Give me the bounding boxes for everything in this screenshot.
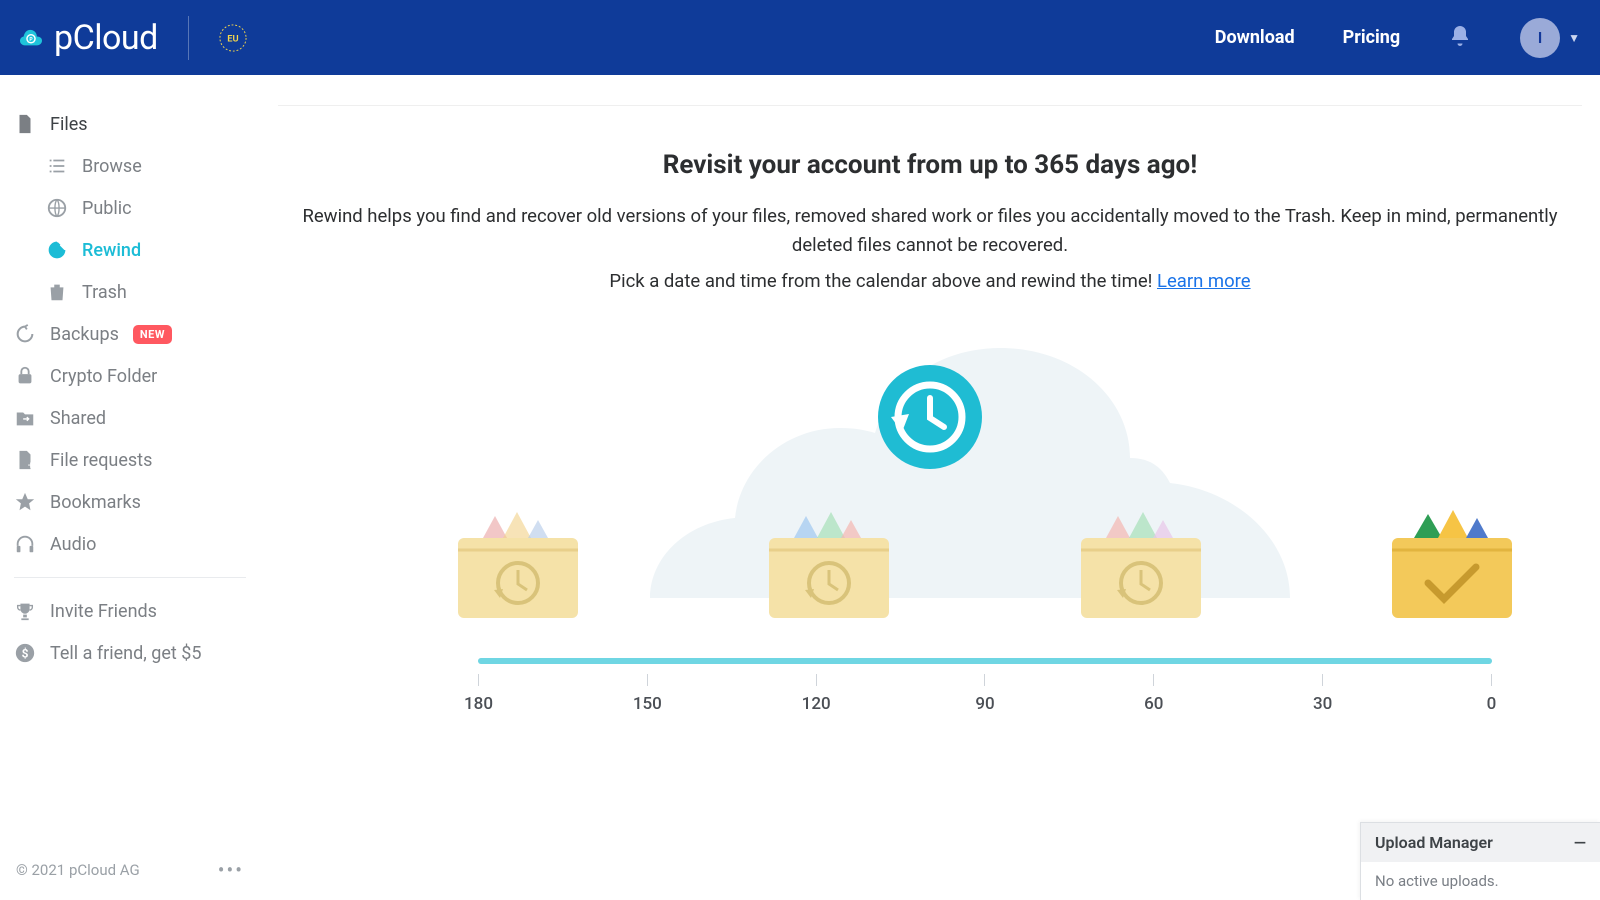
current-folder-icon: [1382, 508, 1522, 632]
backup-icon: [14, 323, 36, 345]
trash-icon: [46, 281, 68, 303]
rewind-badge-icon: [875, 362, 985, 476]
notifications-icon[interactable]: [1448, 24, 1472, 52]
svg-text:$: $: [22, 647, 29, 661]
tick-label: 90: [975, 694, 994, 714]
globe-icon: [46, 197, 68, 219]
page-description-2: Pick a date and time from the calendar a…: [290, 267, 1570, 296]
history-folder-icon: [448, 508, 588, 632]
desc2-prefix: Pick a date and time from the calendar a…: [609, 270, 1157, 292]
sidebar-item-public[interactable]: Public: [0, 187, 260, 229]
history-folder-icon: [759, 508, 899, 632]
sidebar-item-invite[interactable]: Invite Friends: [0, 590, 260, 632]
sidebar: Files Browse Public Rewind Trash Backups…: [0, 75, 260, 900]
sidebar-item-file-requests[interactable]: + File requests: [0, 439, 260, 481]
sidebar-item-files[interactable]: Files: [0, 103, 260, 145]
page-description-1: Rewind helps you find and recover old ve…: [290, 202, 1570, 259]
file-icon: [14, 113, 36, 135]
tick-label: 60: [1144, 694, 1163, 714]
tick-label: 30: [1313, 694, 1332, 714]
sidebar-label-trash: Trash: [82, 282, 127, 303]
sidebar-item-tell[interactable]: $ Tell a friend, get $5: [0, 632, 260, 674]
sidebar-label-shared: Shared: [50, 408, 106, 429]
sidebar-item-audio[interactable]: Audio: [0, 523, 260, 565]
sidebar-footer: © 2021 pCloud AG •••: [0, 840, 260, 900]
slider-track: [478, 658, 1492, 664]
sidebar-item-rewind[interactable]: Rewind: [0, 229, 260, 271]
sidebar-label-audio: Audio: [50, 534, 96, 555]
minimize-icon[interactable]: —: [1574, 833, 1586, 852]
lock-icon: [14, 365, 36, 387]
sidebar-label-bookmarks: Bookmarks: [50, 492, 141, 513]
rewind-illustration: 180 150 120 90 60 30 0: [278, 338, 1582, 718]
slider-fill: [478, 658, 1492, 664]
divider: [14, 577, 246, 578]
main-content: Revisit your account from up to 365 days…: [260, 75, 1600, 900]
sidebar-item-shared[interactable]: Shared: [0, 397, 260, 439]
header-right: Download Pricing I ▼: [1215, 18, 1580, 58]
learn-more-link[interactable]: Learn more: [1157, 270, 1251, 292]
brand-logo[interactable]: P pCloud EU: [20, 16, 247, 60]
dollar-icon: $: [14, 642, 36, 664]
sidebar-label-crypto: Crypto Folder: [50, 366, 157, 387]
tick-label: 150: [633, 694, 662, 714]
sidebar-item-trash[interactable]: Trash: [0, 271, 260, 313]
sidebar-item-browse[interactable]: Browse: [0, 145, 260, 187]
account-menu[interactable]: I ▼: [1520, 18, 1580, 58]
divider: [278, 105, 1582, 106]
share-icon: [14, 407, 36, 429]
folder-row: [448, 508, 1522, 632]
rewind-icon: [46, 239, 68, 261]
sidebar-label-browse: Browse: [82, 156, 142, 177]
sidebar-item-backups[interactable]: Backups NEW: [0, 313, 260, 355]
avatar-initial: I: [1538, 28, 1543, 47]
upload-manager: Upload Manager — No active uploads.: [1360, 822, 1600, 900]
tick-label: 0: [1487, 694, 1497, 714]
page-headline: Revisit your account from up to 365 days…: [278, 150, 1582, 180]
headphones-icon: [14, 533, 36, 555]
sidebar-label-file-requests: File requests: [50, 450, 152, 471]
brand-name: pCloud: [54, 18, 158, 58]
upload-manager-body: No active uploads.: [1361, 862, 1600, 900]
sidebar-label-backups: Backups: [50, 324, 119, 345]
sidebar-item-crypto[interactable]: Crypto Folder: [0, 355, 260, 397]
nav-pricing[interactable]: Pricing: [1343, 27, 1400, 48]
nav-download[interactable]: Download: [1215, 27, 1295, 48]
app-header: P pCloud EU Download Pricing I ▼: [0, 0, 1600, 75]
copyright: © 2021 pCloud AG: [16, 861, 140, 879]
chevron-down-icon: ▼: [1568, 31, 1580, 45]
svg-text:+: +: [28, 460, 34, 471]
new-badge: NEW: [133, 325, 172, 344]
history-folder-icon: [1071, 508, 1211, 632]
tick-label: 180: [464, 694, 493, 714]
tick-label: 120: [802, 694, 831, 714]
star-icon: [14, 491, 36, 513]
more-icon[interactable]: •••: [218, 858, 244, 882]
sidebar-label-tell: Tell a friend, get $5: [50, 643, 202, 664]
sidebar-item-bookmarks[interactable]: Bookmarks: [0, 481, 260, 523]
list-icon: [46, 155, 68, 177]
divider: [188, 16, 189, 60]
pcloud-logo-icon: P: [20, 27, 42, 49]
sidebar-label-public: Public: [82, 198, 132, 219]
eu-badge-icon: EU: [219, 24, 247, 52]
slider-ticks: 180 150 120 90 60 30 0: [478, 674, 1492, 686]
sidebar-label-rewind: Rewind: [82, 240, 141, 261]
timeline-slider[interactable]: 180 150 120 90 60 30 0: [478, 658, 1492, 686]
file-request-icon: +: [14, 449, 36, 471]
trophy-icon: [14, 600, 36, 622]
avatar: I: [1520, 18, 1560, 58]
svg-text:EU: EU: [227, 33, 238, 44]
sidebar-label-files: Files: [50, 114, 88, 135]
upload-manager-title: Upload Manager: [1375, 833, 1493, 852]
upload-manager-header[interactable]: Upload Manager —: [1361, 823, 1600, 862]
sidebar-label-invite: Invite Friends: [50, 601, 157, 622]
